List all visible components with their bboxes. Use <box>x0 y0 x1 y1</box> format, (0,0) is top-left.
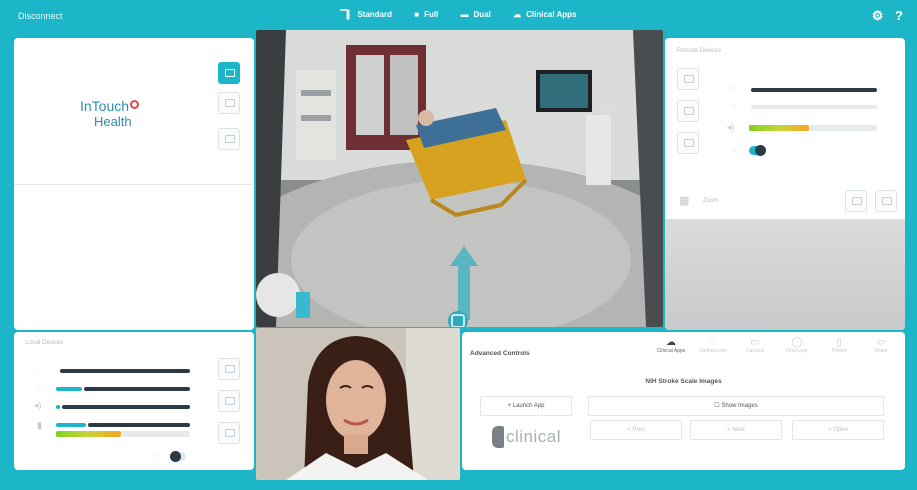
left-top-panel: InTouch Health <box>14 38 254 330</box>
local-camera-feed[interactable] <box>256 328 460 480</box>
monitor-icon <box>225 99 235 107</box>
camera-small-icon: ◌ <box>36 363 42 373</box>
zoom-label: Zoom <box>703 198 719 204</box>
mic-level-bar <box>84 387 190 391</box>
privacy-icon: ◌ <box>154 451 160 461</box>
remote-privacy-toggle[interactable] <box>749 145 766 156</box>
stethoscope-icon: ◌ <box>710 337 716 348</box>
remote-mic-bar <box>751 105 877 109</box>
remote-camera-feed[interactable] <box>256 30 663 327</box>
mode-standard[interactable]: ▔▌ Standard <box>341 10 393 19</box>
nih-section-title: NIH Stroke Scale Images <box>645 378 722 385</box>
monitor-icon <box>684 75 694 83</box>
local-camera-button[interactable] <box>218 390 240 412</box>
zoom-snapshot-button[interactable] <box>875 190 897 212</box>
show-images-checkbox[interactable]: ☐ Show Images <box>588 396 884 416</box>
mic-input-icon: ▮ <box>37 420 42 430</box>
speaker-icon: ◂) <box>34 400 42 410</box>
local-monitor-button[interactable] <box>218 358 240 380</box>
open-button[interactable]: + Open <box>792 420 884 440</box>
input-level-fill <box>56 423 86 427</box>
remote-video-button[interactable] <box>677 132 699 154</box>
clinical-apps-icon: ☁ <box>666 337 676 348</box>
camera-icon <box>684 107 694 115</box>
mic-level-fill <box>56 387 82 391</box>
head-silhouette-icon <box>492 426 504 448</box>
mode-full[interactable]: ■ Full <box>414 10 438 19</box>
mode-dual[interactable]: ▬ Dual <box>461 10 491 19</box>
settings-gear-icon[interactable]: ⚙ <box>872 8 884 23</box>
grid-icon[interactable]: ▦ <box>679 194 689 207</box>
video-level-bar <box>60 369 190 373</box>
remote-audio-meter-track <box>809 125 877 131</box>
camera-icon: ▭ <box>750 337 760 348</box>
tab-share[interactable]: ▱ Share <box>862 334 900 362</box>
layout-button-1[interactable] <box>218 62 240 84</box>
tab-stethoscope[interactable]: ◌ Stethoscope <box>694 334 732 362</box>
remote-video-bar <box>751 88 877 92</box>
top-bar: Disconnect ▔▌ Standard ■ Full ▬ Dual ☁ Clini… <box>0 0 917 32</box>
next-button[interactable]: > Next <box>690 420 782 440</box>
otoscope-icon: ◯ <box>791 337 803 348</box>
remote-camera-button[interactable] <box>677 100 699 122</box>
audio-meter-track <box>121 431 190 437</box>
remote-audio-meter <box>749 125 809 131</box>
audio-meter <box>56 431 121 437</box>
share-icon: ▱ <box>877 337 885 348</box>
speaker-level-fill <box>56 405 60 409</box>
local-video-button[interactable] <box>218 422 240 444</box>
zoom-preview[interactable] <box>665 219 905 330</box>
video-icon <box>852 197 862 205</box>
camera-icon <box>882 197 892 205</box>
camera-icon <box>225 397 235 405</box>
local-devices-panel: Local Devices ◌ ◌ ◂) ▮ ◌ <box>14 332 254 470</box>
video-icon <box>225 429 235 437</box>
tab-printer[interactable]: ▯ Printer <box>820 334 858 362</box>
advanced-tabs: ☁ Clinical Apps ◌ Stethoscope ▭ Camera ◯ Oto… <box>652 334 902 362</box>
layout-button-2[interactable] <box>218 92 240 114</box>
divider <box>14 184 254 185</box>
intouch-health-logo: InTouch Health <box>80 98 160 129</box>
dual-view-icon: ▬ <box>460 10 469 19</box>
privacy-toggle[interactable] <box>170 451 186 462</box>
layout-button-3[interactable] <box>218 128 240 150</box>
printer-icon: ▯ <box>836 337 842 348</box>
zoom-video-button[interactable] <box>845 190 867 212</box>
hospital-room-image <box>256 30 663 327</box>
video-icon <box>684 139 694 147</box>
monitor-icon <box>225 365 235 373</box>
standard-view-icon: ▔▌ <box>340 10 353 19</box>
mode-clinical-apps[interactable]: ☁ Clinical Apps <box>513 10 576 19</box>
zoom-panel: ▦ Zoom <box>665 180 905 330</box>
remote-monitor-button[interactable] <box>677 68 699 90</box>
advanced-controls-title: Advanced Controls <box>470 350 530 357</box>
remote-camera-small-icon: ◌ <box>731 83 737 93</box>
tab-camera[interactable]: ▭ Camera <box>736 334 774 362</box>
launch-app-button[interactable]: + Launch App <box>480 396 572 416</box>
remote-devices-label: Remote Devices <box>677 48 722 54</box>
local-devices-label: Local Devices <box>26 340 64 346</box>
full-view-icon: ■ <box>414 10 420 19</box>
remote-mic-icon: ◌ <box>731 101 737 111</box>
clinical-apps-icon: ☁ <box>513 10 522 19</box>
logo-mark-icon <box>130 100 140 109</box>
advanced-controls-panel: Advanced Controls ☁ Clinical Apps ◌ Stetho… <box>462 332 905 470</box>
speaker-volume-bar <box>62 405 190 409</box>
view-mode-bar: ▔▌ Standard ■ Full ▬ Dual ☁ Clinical Apps <box>0 10 917 19</box>
monitor-icon <box>225 69 235 77</box>
input-level-bar <box>88 423 190 427</box>
microphone-icon: ◌ <box>36 382 42 392</box>
tab-clinical-apps[interactable]: ☁ Clinical Apps <box>652 334 690 362</box>
clinical-app-logo: clinical <box>492 426 561 448</box>
remote-speaker-icon: ◂) <box>727 122 735 132</box>
tab-otoscope[interactable]: ◯ Otoscope <box>778 334 816 362</box>
remote-privacy-icon: ◌ <box>731 145 737 155</box>
help-icon[interactable]: ? <box>895 8 903 23</box>
prev-button[interactable]: < Prev <box>590 420 682 440</box>
doctor-portrait-image <box>256 328 460 480</box>
monitor-icon <box>225 135 235 143</box>
